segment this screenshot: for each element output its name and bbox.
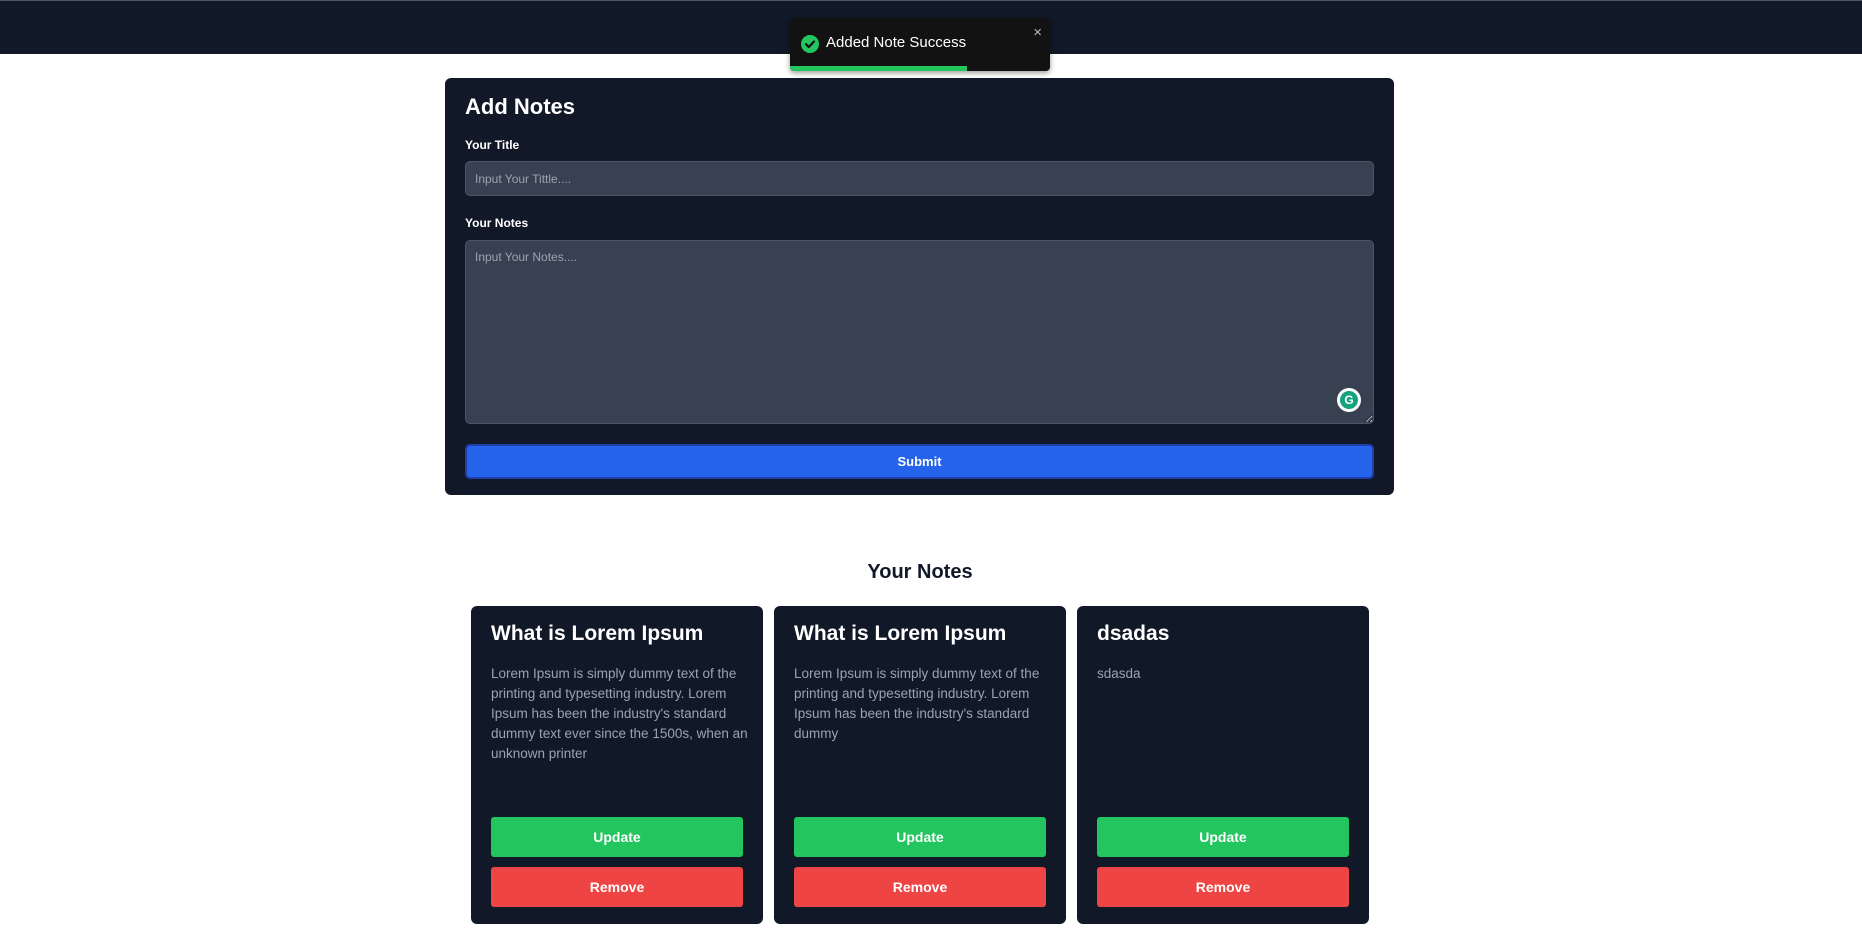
remove-button[interactable]: Remove xyxy=(794,867,1046,907)
title-label: Your Title xyxy=(465,138,520,152)
note-title: dsadas xyxy=(1097,622,1170,645)
note-body: Lorem Ipsum is simply dummy text of the … xyxy=(794,666,1040,741)
grammarly-icon[interactable]: G xyxy=(1337,388,1361,412)
note-title: What is Lorem Ipsum xyxy=(794,622,1007,645)
notes-section-heading: Your Notes xyxy=(867,561,973,583)
success-toast: Added Note Success × xyxy=(790,18,1050,71)
form-heading: Add Notes xyxy=(465,94,575,119)
check-circle-icon xyxy=(801,35,819,53)
remove-button[interactable]: Remove xyxy=(1097,867,1349,907)
toast-message: Added Note Success xyxy=(826,34,967,51)
notes-textarea[interactable] xyxy=(465,240,1374,424)
add-notes-form: Add Notes Your Title Your Notes G Submit xyxy=(445,78,1394,495)
update-button[interactable]: Update xyxy=(491,817,743,857)
note-title: What is Lorem Ipsum xyxy=(491,622,704,645)
update-button[interactable]: Update xyxy=(1097,817,1349,857)
note-card: dsadas sdasda Update Remove xyxy=(1077,606,1369,924)
grammarly-letter: G xyxy=(1340,391,1358,409)
note-card: What is Lorem Ipsum Lorem Ipsum is simpl… xyxy=(471,606,763,924)
notes-label: Your Notes xyxy=(465,216,529,230)
toast-progress-bar xyxy=(790,66,967,71)
note-body: Lorem Ipsum is simply dummy text of the … xyxy=(491,666,748,761)
update-button[interactable]: Update xyxy=(794,817,1046,857)
close-icon[interactable]: × xyxy=(1033,24,1042,41)
note-body: sdasda xyxy=(1097,666,1141,681)
submit-button[interactable]: Submit xyxy=(465,444,1374,479)
title-input[interactable] xyxy=(465,161,1374,196)
remove-button[interactable]: Remove xyxy=(491,867,743,907)
note-card: What is Lorem Ipsum Lorem Ipsum is simpl… xyxy=(774,606,1066,924)
